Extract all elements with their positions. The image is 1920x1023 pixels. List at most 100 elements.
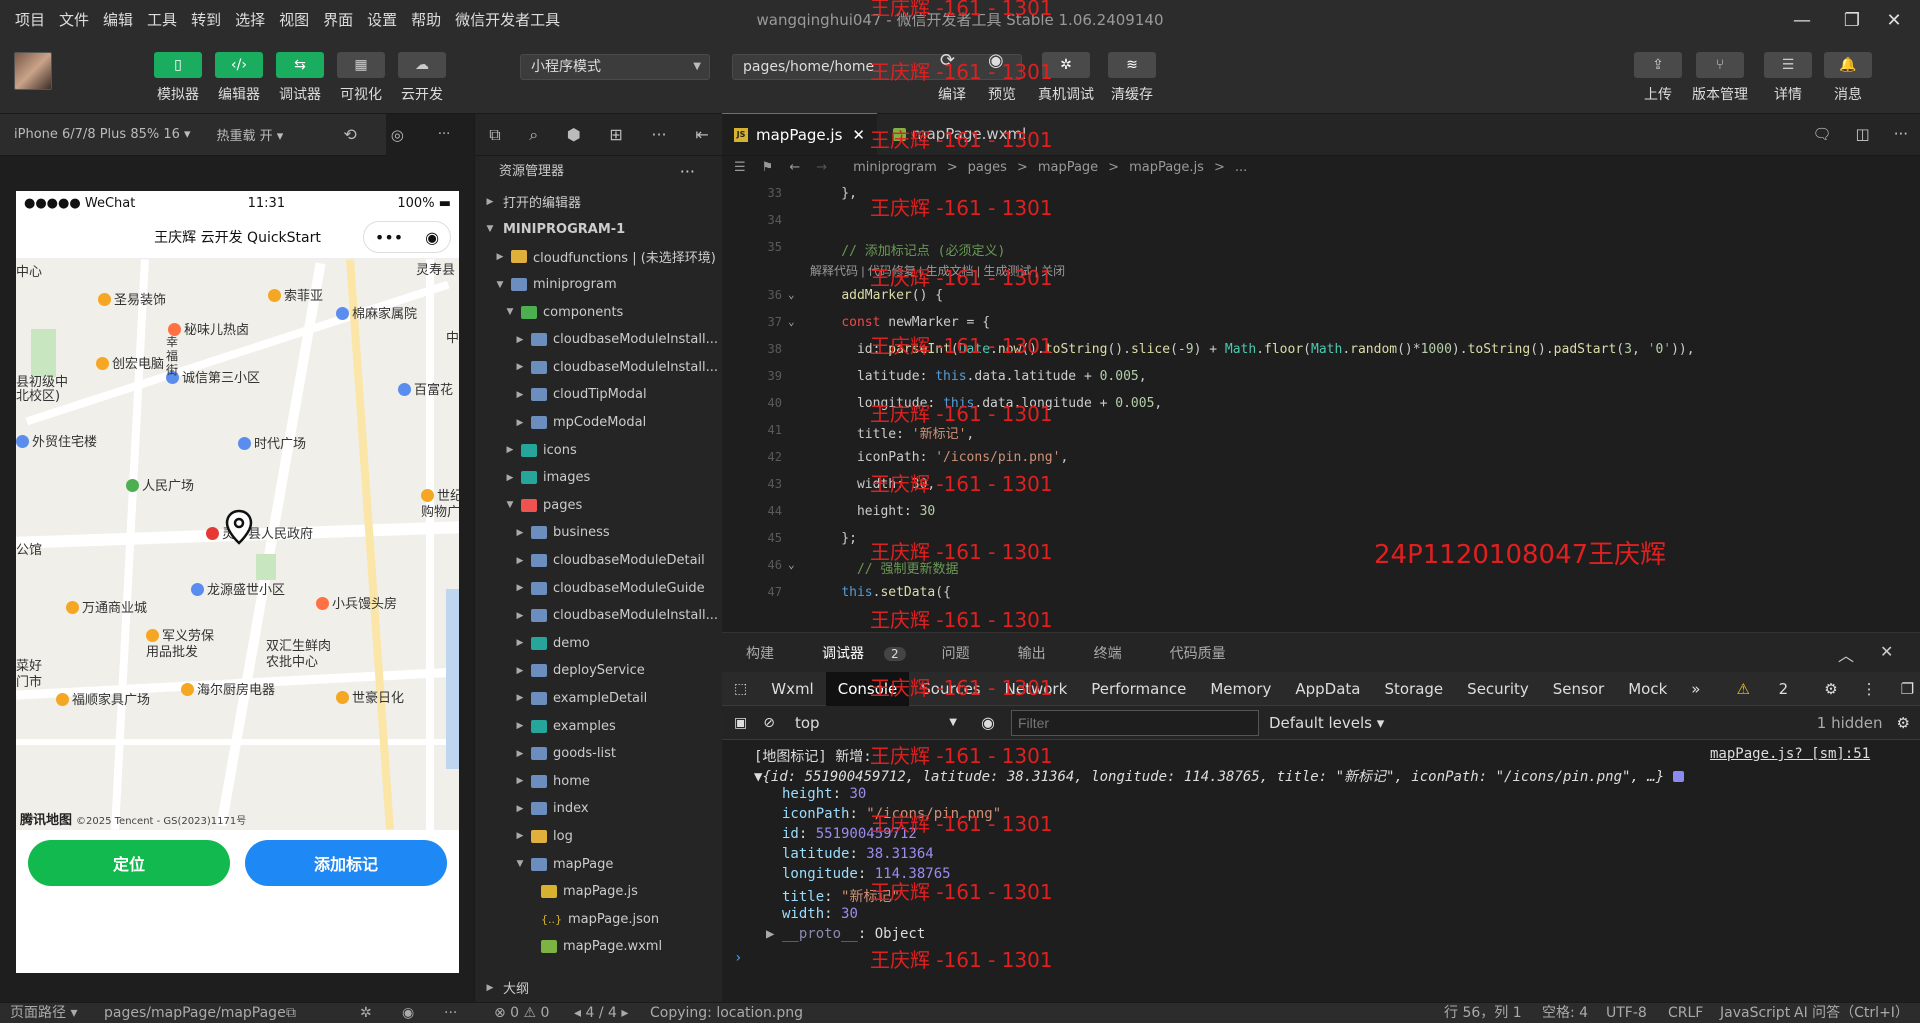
code-editor[interactable]: 33 }, }, 34 35 // 添加标记点 (必须定义) // 添加标记点 (必…	[722, 178, 1920, 632]
code-line[interactable]: addMarker() { addMarker() {	[810, 288, 943, 303]
ai-assistant[interactable]: AI 问答（Ctrl+I）	[1794, 1003, 1909, 1023]
forward-icon[interactable]: →	[816, 160, 827, 175]
map-poi[interactable]: 福顺家具广场	[56, 689, 150, 708]
toolbar-button[interactable]: ☰ 详情	[1756, 52, 1820, 110]
problems-count[interactable]: ⊗ 0 ⚠ 0	[494, 1003, 549, 1023]
map-view[interactable]: 中心 圣易装饰 索菲亚 灵寿县 秘味儿热卤 棉麻家属院 创宏电脑 诚信第三小区 县初级中 北校区)…	[16, 259, 459, 830]
breadcrumb-segment[interactable]: mapPage.js	[1129, 160, 1204, 175]
breadcrumb-segment[interactable]: miniprogram	[853, 160, 937, 175]
tree-item[interactable]: ▶ icons	[475, 436, 723, 464]
collapse-panel-icon[interactable]: ⇤	[695, 125, 708, 144]
object-property[interactable]: width: 30	[782, 906, 858, 922]
console-settings-icon[interactable]: ⚙	[1897, 714, 1910, 732]
toolbar-button[interactable]: ☁ 云开发	[396, 52, 448, 110]
indent-setting[interactable]: 空格: 4	[1542, 1003, 1588, 1023]
menu-item[interactable]: 设置	[360, 0, 404, 40]
map-poi[interactable]: 中心	[16, 261, 42, 280]
panel-tab[interactable]: 构建	[722, 643, 798, 663]
add-marker-button[interactable]: 添加标记	[245, 840, 447, 886]
devtools-tab[interactable]: »	[1679, 672, 1712, 706]
list-icon[interactable]: ☰	[734, 160, 746, 175]
comment-icon[interactable]: 🗨	[1800, 113, 1843, 155]
sidebar-toggle-icon[interactable]: ▣	[734, 715, 747, 731]
eol[interactable]: CRLF	[1668, 1003, 1703, 1023]
status-more-icon[interactable]: ···	[444, 1003, 457, 1023]
object-property[interactable]: id: 551900459712	[782, 826, 917, 842]
tree-item[interactable]: ▶ goods-list	[475, 740, 723, 768]
more-icon[interactable]: ···	[651, 125, 666, 144]
map-poi[interactable]: 棉麻家属院	[336, 303, 417, 322]
menu-item[interactable]: 视图	[272, 0, 316, 40]
close-tab-icon[interactable]: ✕	[852, 126, 865, 144]
log-levels-select[interactable]: Default levels ▾	[1269, 714, 1384, 732]
language-mode[interactable]: JavaScript	[1720, 1003, 1790, 1023]
rotate-icon[interactable]: ⟲	[343, 125, 356, 144]
toolbar-button[interactable]: ‹/› 编辑器	[213, 52, 265, 110]
map-poi[interactable]: 海尔厨房电器	[181, 679, 275, 698]
map-poi[interactable]: 用品批发	[146, 641, 198, 660]
toolbar-button[interactable]: 🔔 消息	[1816, 52, 1880, 110]
filter-input[interactable]	[1010, 709, 1259, 736]
live-expression-eye-icon[interactable]: ◉	[981, 713, 995, 732]
log-source-link[interactable]: mapPage.js? [sm]:51	[1710, 746, 1870, 762]
code-line[interactable]: title: '新标记', title: '新标记',	[810, 423, 974, 442]
tree-item[interactable]: ▼ pages	[475, 492, 723, 520]
fold-chevron-icon[interactable]: ⌄	[788, 558, 795, 571]
git-icon[interactable]: ⬢	[567, 125, 581, 144]
code-line[interactable]: latitude: this.data.latitude + 0.005, la…	[810, 369, 1147, 384]
tree-item[interactable]: ▶ cloudbaseModuleDetail	[475, 547, 723, 575]
console-output[interactable]: [地图标记] 新增: mapPage.js? [sm]:51 ▼{id: 551…	[722, 740, 1920, 1002]
devtools-tab[interactable]: Mock	[1616, 672, 1679, 706]
code-line[interactable]: width: 30, width: 30,	[810, 477, 935, 492]
locate-button[interactable]: 定位	[28, 840, 230, 886]
toolbar-button[interactable]: ✲ 真机调试	[1034, 52, 1098, 110]
toolbar-button[interactable]: ◉预览	[970, 52, 1034, 110]
code-line[interactable]: this.setData({ this.setData({	[810, 585, 951, 600]
code-line[interactable]: height: 30 height: 30	[810, 504, 935, 519]
minimize-icon[interactable]: —	[1778, 0, 1826, 40]
devtools-tab[interactable]: Sensor	[1541, 672, 1616, 706]
menu-item[interactable]: 微信开发者工具	[448, 0, 567, 40]
map-poi[interactable]: 秘味儿热卤	[168, 319, 249, 338]
object-property[interactable]: iconPath: "/icons/pin.png"	[782, 806, 1001, 822]
panel-close-icon[interactable]: ✕	[1880, 642, 1893, 661]
debug-icon[interactable]: ✲	[360, 1003, 372, 1023]
back-icon[interactable]: ←	[789, 160, 800, 175]
menu-item[interactable]: 帮助	[404, 0, 448, 40]
code-line[interactable]: // 强制更新数据 // 强制更新数据	[810, 558, 959, 577]
copy-path-icon[interactable]: ⧉	[286, 1003, 296, 1023]
devtools-tab[interactable]: Network	[993, 672, 1080, 706]
tree-item[interactable]: ▶ exampleDetail	[475, 685, 723, 713]
menu-capsule[interactable]: ••• ◉	[363, 221, 451, 253]
breadcrumb-segment[interactable]: ...	[1235, 160, 1247, 175]
tab-mapPage-js[interactable]: JS mapPage.js ✕	[722, 113, 877, 155]
map-poi[interactable]: 中	[446, 327, 459, 346]
map-poi[interactable]: 创宏电脑	[96, 353, 164, 372]
menu-item[interactable]: 文件	[52, 0, 96, 40]
map-poi[interactable]: 诚信第三小区	[166, 367, 260, 386]
tree-item[interactable]: ▼ miniprogram	[475, 271, 723, 299]
menu-item[interactable]: 工具	[140, 0, 184, 40]
map-poi[interactable]: 农批中心	[266, 651, 318, 670]
toolbar-button[interactable]: ⑂ 版本管理	[1688, 52, 1752, 110]
map-poi[interactable]: 灵寿县	[416, 259, 455, 278]
tree-item[interactable]: mapPage.wxml	[475, 933, 723, 961]
codelens-actions[interactable]: 解释代码 | 代码修复 | 生成文档 | 生成测试 | 关闭	[810, 262, 1065, 279]
open-editors-section[interactable]: ▶ 打开的编辑器	[475, 188, 723, 216]
mode-select[interactable]: 小程序模式 ▼	[520, 54, 710, 80]
devtools-tab[interactable]: Security	[1455, 672, 1541, 706]
menu-item[interactable]: 转到	[184, 0, 228, 40]
log-object-summary[interactable]: ▼{id: 551900459712, latitude: 38.31364, …	[754, 766, 1684, 786]
preview-icon[interactable]: ◉	[402, 1003, 414, 1023]
tree-item[interactable]: ▶ home	[475, 767, 723, 795]
tree-item[interactable]: ▶ cloudfunctions | (未选择环境)	[475, 243, 723, 271]
map-poi[interactable]: 小兵馒头房	[316, 593, 397, 612]
tree-item[interactable]: ▶ cloudbaseModuleGuide	[475, 574, 723, 602]
tree-item[interactable]: ▶ cloudbaseModuleInstall...	[475, 354, 723, 382]
devtools-more-icon[interactable]: ⋮	[1850, 672, 1889, 706]
editor-more-icon[interactable]: ···	[1882, 113, 1920, 155]
capsule-close-icon[interactable]: ◉	[425, 228, 439, 247]
map-poi[interactable]: 万通商业城	[66, 597, 147, 616]
tree-item[interactable]: ▶ examples	[475, 712, 723, 740]
page-path-select[interactable]: 页面路径 ▾	[10, 1003, 77, 1023]
